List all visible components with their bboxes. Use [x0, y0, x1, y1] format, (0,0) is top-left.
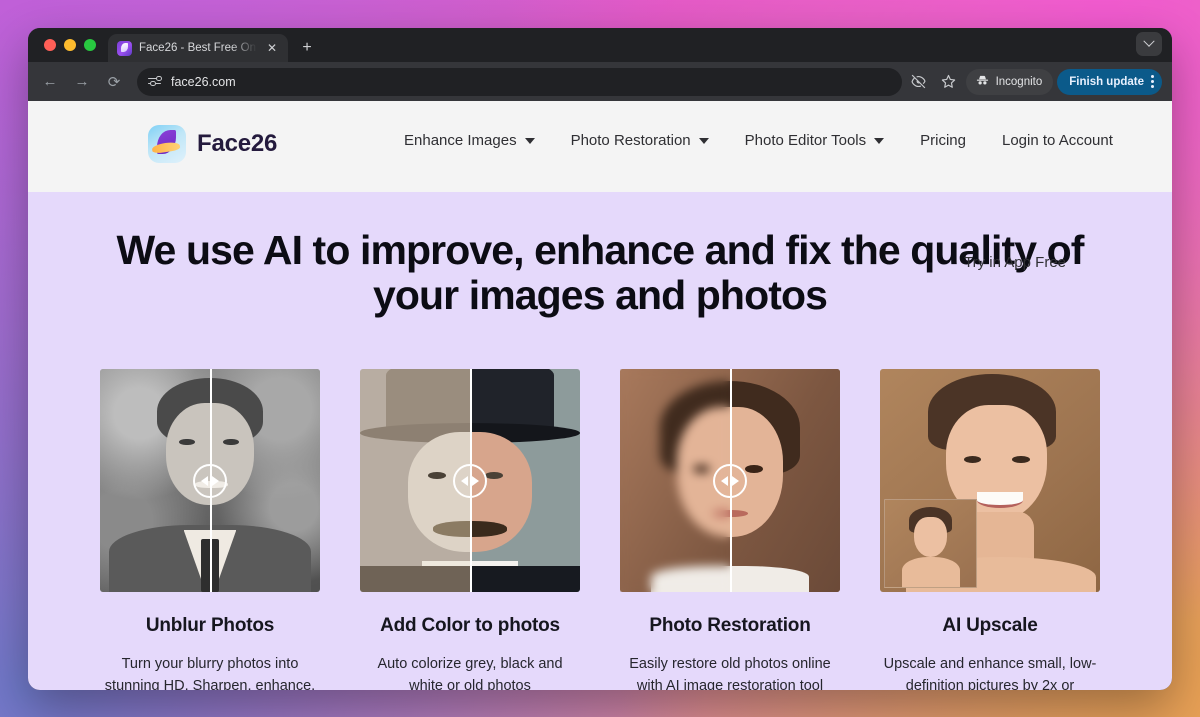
before-after-slider-handle[interactable]	[453, 463, 487, 498]
chevron-down-icon	[698, 138, 709, 144]
brand-name: Face26	[197, 130, 278, 157]
forward-button[interactable]: →	[68, 68, 96, 96]
feature-card-add-color-to-photos[interactable]: Add Color to photos Auto colorize grey, …	[360, 369, 580, 690]
arrow-left-icon	[721, 475, 728, 486]
nav-item-photo-editor-tools[interactable]: Photo Editor Tools	[727, 127, 902, 153]
nav-label: Photo Editor Tools	[744, 131, 867, 149]
nav-item-enhance-images[interactable]: Enhance Images	[386, 127, 553, 153]
incognito-label: Incognito	[995, 75, 1043, 88]
back-button[interactable]: ←	[36, 68, 64, 96]
card-description: Easily restore old photos online with AI…	[629, 656, 831, 690]
card-description: Upscale and enhance small, low-definitio…	[883, 656, 1097, 690]
arrow-right-icon	[212, 475, 219, 486]
close-window-button[interactable]	[44, 39, 56, 51]
arrow-right-icon	[732, 475, 739, 486]
face26-favicon-icon	[117, 40, 132, 56]
browser-toolbar: ← → ⟳ face26.com Incognito Finish update	[28, 62, 1172, 101]
primary-navigation: Enhance Images Photo Restoration Photo E…	[386, 127, 1131, 153]
address-bar[interactable]: face26.com	[137, 67, 902, 96]
browser-window: Face26 - Best Free Online AI ✕ + ← → ⟳ f…	[28, 28, 1172, 690]
feature-cards: Unblur Photos Turn your blurry photos in…	[28, 369, 1172, 690]
nav-label: Try in App Free	[964, 253, 1066, 271]
feature-card-unblur-photos[interactable]: Unblur Photos Turn your blurry photos in…	[100, 369, 320, 690]
nav-label: Enhance Images	[404, 131, 517, 149]
before-after-slider-handle[interactable]	[193, 463, 227, 498]
kebab-menu-icon[interactable]	[1149, 75, 1154, 88]
site-header: Face26 Enhance Images Photo Restoration …	[28, 101, 1172, 271]
tab-title: Face26 - Best Free Online AI	[139, 42, 257, 54]
web-page: Face26 Enhance Images Photo Restoration …	[28, 101, 1172, 690]
upscale-woman-portrait-image[interactable]	[880, 369, 1100, 593]
tab-search-button[interactable]	[1136, 32, 1162, 56]
window-controls	[40, 28, 108, 62]
face26-logo-icon	[148, 125, 186, 163]
maximize-window-button[interactable]	[84, 39, 96, 51]
new-tab-button[interactable]: +	[294, 34, 320, 62]
nav-item-login-to-account[interactable]: Login to Account	[984, 127, 1131, 153]
card-title: AI Upscale	[942, 615, 1038, 637]
chevron-down-icon	[1143, 35, 1155, 47]
minimize-window-button[interactable]	[64, 39, 76, 51]
arrow-left-icon	[201, 475, 208, 486]
before-after-child-portrait-restore-image[interactable]	[620, 369, 840, 593]
finish-update-button[interactable]: Finish update	[1057, 68, 1162, 95]
nav-label: Photo Restoration	[570, 131, 691, 149]
before-after-boy-portrait-bw-image[interactable]	[100, 369, 320, 593]
chevron-down-icon	[524, 138, 535, 144]
card-title: Unblur Photos	[145, 615, 275, 637]
incognito-indicator[interactable]: Incognito	[965, 68, 1054, 95]
star-icon[interactable]	[936, 69, 962, 95]
feature-card-photo-restoration[interactable]: Photo Restoration Easily restore old pho…	[620, 369, 840, 690]
card-description: Auto colorize grey, black and white or o…	[377, 656, 563, 690]
arrow-left-icon	[461, 475, 468, 486]
url-text: face26.com	[171, 74, 236, 89]
nav-label: Pricing	[920, 131, 966, 149]
chevron-down-icon	[874, 138, 885, 144]
nav-label: Login to Account	[1001, 131, 1113, 149]
before-after-man-tophat-colorize-image[interactable]	[360, 369, 580, 593]
arrow-right-icon	[472, 475, 479, 486]
feature-card-ai-upscale[interactable]: AI Upscale Upscale and enhance small, lo…	[880, 369, 1100, 690]
site-settings-icon[interactable]	[147, 74, 162, 89]
eye-slash-icon[interactable]	[906, 69, 932, 95]
card-title: Photo Restoration	[649, 615, 811, 637]
finish-update-label: Finish update	[1069, 75, 1144, 88]
reload-button[interactable]: ⟳	[100, 68, 128, 96]
nav-item-pricing[interactable]: Pricing	[902, 127, 984, 153]
page-title: We use AI to improve, enhance and fix th…	[116, 227, 1085, 318]
upscale-thumbnail-inset	[884, 498, 977, 588]
close-tab-icon[interactable]: ✕	[264, 40, 280, 56]
incognito-hat-icon	[975, 73, 990, 91]
card-title: Add Color to photos	[380, 615, 560, 637]
secondary-navigation: Try in App Free	[964, 249, 1066, 275]
nav-item-try-in-app-free[interactable]: Try in App Free	[964, 249, 1066, 275]
card-description: Turn your blurry photos into stunning HD…	[104, 656, 316, 690]
before-after-slider-handle[interactable]	[713, 463, 747, 498]
browser-tab[interactable]: Face26 - Best Free Online AI ✕	[108, 34, 288, 62]
tab-strip: Face26 - Best Free Online AI ✕ +	[28, 28, 1172, 62]
brand-logo[interactable]: Face26	[148, 125, 277, 163]
nav-item-photo-restoration[interactable]: Photo Restoration	[553, 127, 727, 153]
